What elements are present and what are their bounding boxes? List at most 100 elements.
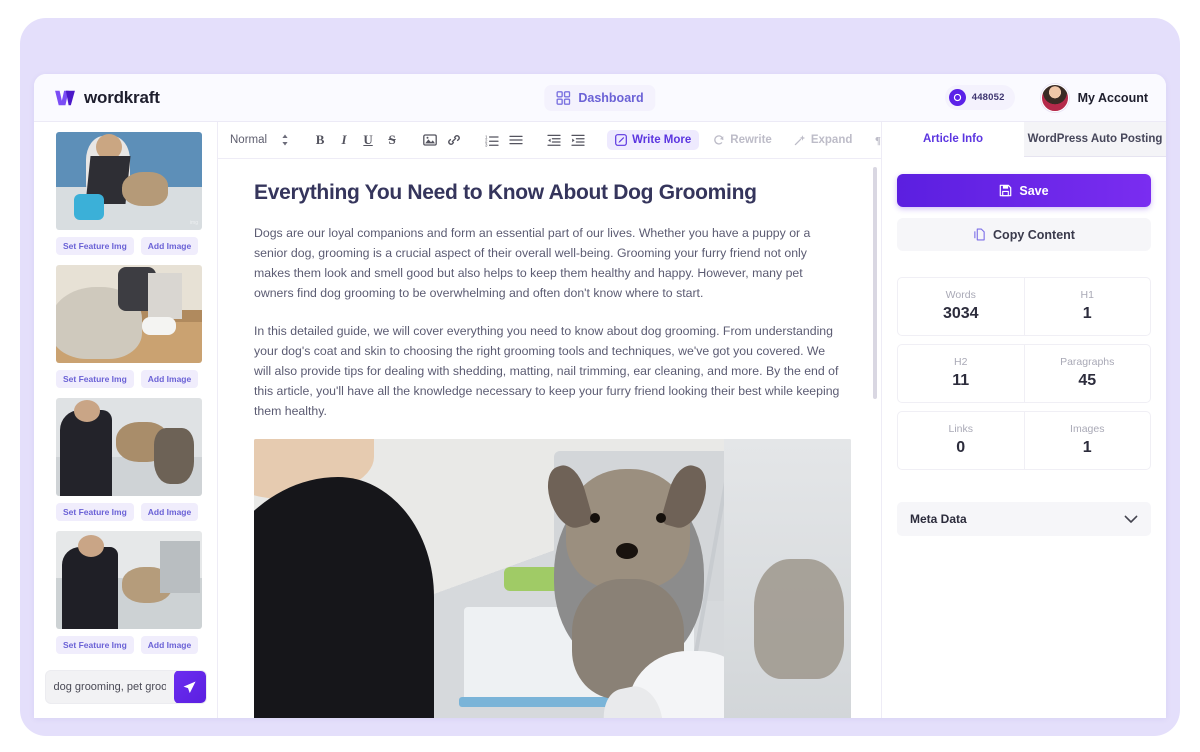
app-body: img Set Feature Img Add Image Set Featur… [34, 122, 1166, 718]
app-window: wordkraft Dashboard 448052 My Account im… [34, 74, 1166, 718]
style-selector[interactable]: Normal [230, 133, 301, 147]
top-bar: wordkraft Dashboard 448052 My Account [34, 74, 1166, 122]
dashboard-label: Dashboard [578, 90, 644, 105]
editor-scrollbar[interactable] [873, 167, 877, 399]
image-sidebar: img Set Feature Img Add Image Set Featur… [34, 122, 218, 718]
thumbnail-actions: Set Feature Img Add Image [56, 370, 199, 388]
stat-h2: H2 11 [898, 345, 1024, 402]
image-search-bar [34, 656, 217, 718]
thumbnail-image[interactable] [56, 531, 202, 629]
style-label: Normal [230, 134, 268, 146]
top-bar-right: 448052 My Account [944, 83, 1148, 112]
brand-logo[interactable]: wordkraft [54, 88, 160, 108]
ordered-list-icon[interactable]: 123 [481, 129, 503, 151]
save-button[interactable]: Save [897, 174, 1151, 207]
rewrite-button[interactable]: Rewrite [705, 130, 780, 150]
meta-data-accordion[interactable]: Meta Data [897, 502, 1151, 536]
copy-content-button[interactable]: Copy Content [897, 218, 1151, 251]
stat-value: 45 [1078, 372, 1097, 389]
thumbnail-item: img Set Feature Img Add Image [34, 128, 217, 261]
image-search-wrapper [44, 670, 207, 704]
account-menu[interactable]: My Account [1040, 83, 1148, 112]
thumbnail-item: Set Feature Img Add Image [34, 261, 217, 394]
document-editor[interactable]: Everything You Need to Know About Dog Gr… [218, 159, 881, 718]
thumbnail-actions: Set Feature Img Add Image [56, 503, 199, 521]
stat-value: 1 [1082, 439, 1092, 456]
stat-h1: H1 1 [1023, 278, 1151, 335]
info-panel: Save Copy Content Words 3034 H1 1 H2 11 … [882, 157, 1166, 536]
underline-button[interactable]: U [357, 129, 379, 151]
image-icon[interactable] [419, 129, 441, 151]
brand-name: wordkraft [84, 87, 160, 107]
expand-button[interactable]: Expand [786, 130, 861, 150]
add-image-button[interactable]: Add Image [140, 636, 199, 654]
add-image-button[interactable]: Add Image [140, 237, 199, 255]
set-feature-img-button[interactable]: Set Feature Img [56, 370, 134, 388]
set-feature-img-button[interactable]: Set Feature Img [56, 503, 134, 521]
dashboard-button[interactable]: Dashboard [544, 84, 656, 111]
info-tabs: Article Info WordPress Auto Posting [882, 122, 1166, 157]
thumbnail-list[interactable]: img Set Feature Img Add Image Set Featur… [34, 122, 217, 656]
article-stats: Words 3034 H1 1 H2 11 Paragraphs 45 Link… [897, 277, 1151, 470]
tab-article-info[interactable]: Article Info [882, 122, 1024, 157]
thumbnail-image[interactable] [56, 398, 202, 496]
thumbnail-image[interactable] [56, 265, 202, 363]
credits-badge[interactable]: 448052 [944, 85, 1015, 110]
add-image-button[interactable]: Add Image [140, 370, 199, 388]
stat-label: Paragraphs [1060, 356, 1115, 368]
coin-icon [948, 89, 966, 106]
copy-label: Copy Content [993, 227, 1075, 242]
bold-button[interactable]: B [309, 129, 331, 151]
stat-row: Links 0 Images 1 [897, 411, 1151, 470]
stat-words: Words 3034 [898, 278, 1024, 335]
link-icon[interactable] [443, 129, 465, 151]
add-image-button[interactable]: Add Image [140, 503, 199, 521]
strikethrough-button[interactable]: S [381, 129, 403, 151]
document-paragraph: Dogs are our loyal companions and form a… [254, 226, 811, 300]
stat-value: 3034 [942, 305, 979, 322]
format-buttons: B I U S [301, 129, 411, 151]
credits-count: 448052 [971, 92, 1005, 103]
editor-column: Normal B I U S 1 2 3 Write More Rewrite … [218, 122, 948, 718]
document-hero-image[interactable] [254, 439, 851, 718]
save-label: Save [1019, 183, 1049, 198]
stat-value: 11 [952, 372, 970, 389]
thumbnail-item: Set Feature Img Add Image [34, 394, 217, 527]
stat-row: Words 3034 H1 1 [897, 277, 1151, 336]
stat-paragraphs: Paragraphs 45 [1023, 345, 1151, 402]
set-feature-img-button[interactable]: Set Feature Img [56, 636, 134, 654]
chevron-down-icon [1124, 515, 1138, 523]
stat-value: 1 [1082, 305, 1092, 322]
write-more-icon [615, 134, 627, 146]
thumbnail-item: Set Feature Img Add Image [34, 527, 217, 656]
copy-icon [974, 228, 985, 241]
send-paper-plane-icon [183, 681, 196, 693]
editor-toolbar: Normal B I U S 1 2 3 Write More Rewrite … [218, 122, 948, 159]
stat-label: H2 [954, 356, 968, 368]
thumbnail-image[interactable]: img [56, 132, 202, 230]
write-more-button[interactable]: Write More [607, 130, 700, 150]
tab-wordpress-auto-posting[interactable]: WordPress Auto Posting [1024, 122, 1166, 157]
italic-button[interactable]: I [333, 129, 355, 151]
info-sidebar: Article Info WordPress Auto Posting Save [881, 122, 1166, 718]
set-feature-img-button[interactable]: Set Feature Img [56, 237, 134, 255]
stat-links: Links 0 [898, 412, 1024, 469]
thumbnail-watermark: img [189, 220, 198, 226]
document-title: Everything You Need to Know About Dog Gr… [254, 181, 757, 204]
image-search-input[interactable] [45, 681, 174, 693]
account-label: My Account [1077, 90, 1148, 105]
user-avatar [1040, 83, 1069, 112]
indent-buttons [535, 129, 597, 151]
outdent-icon[interactable] [543, 129, 565, 151]
stat-label: Links [948, 423, 973, 435]
stat-row: H2 11 Paragraphs 45 [897, 344, 1151, 403]
list-buttons: 123 [473, 129, 535, 151]
write-more-label: Write More [632, 134, 692, 146]
stat-value: 0 [956, 439, 966, 456]
image-search-send-button[interactable] [173, 671, 206, 703]
indent-icon[interactable] [567, 129, 589, 151]
unordered-list-icon[interactable] [505, 129, 527, 151]
chevron-updown-icon [282, 134, 288, 146]
document-paragraph: In this detailed guide, we will cover ev… [254, 324, 840, 418]
stat-images: Images 1 [1023, 412, 1151, 469]
